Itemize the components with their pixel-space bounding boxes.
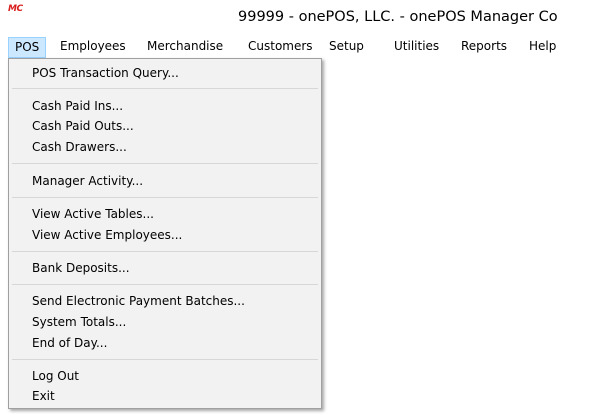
menu-item-cash-drawers[interactable]: Cash Drawers... xyxy=(32,137,127,157)
menu-employees[interactable]: Employees xyxy=(54,37,132,58)
menu-separator xyxy=(12,251,318,252)
menu-item-pos-transaction-query[interactable]: POS Transaction Query... xyxy=(32,63,179,83)
window-title: 99999 - onePOS, LLC. - onePOS Manager Co xyxy=(238,9,558,25)
menu-bar: POS Employees Merchandise Customers Setu… xyxy=(0,37,592,58)
menu-customers[interactable]: Customers xyxy=(242,37,319,58)
title-bar: MC 99999 - onePOS, LLC. - onePOS Manager… xyxy=(0,0,592,37)
menu-separator xyxy=(12,197,318,198)
menu-merchandise[interactable]: Merchandise xyxy=(141,37,229,58)
menu-item-bank-deposits[interactable]: Bank Deposits... xyxy=(32,258,130,278)
menu-separator xyxy=(12,284,318,285)
menu-separator xyxy=(12,163,318,164)
menu-item-cash-paid-ins[interactable]: Cash Paid Ins... xyxy=(32,96,123,116)
menu-pos[interactable]: POS xyxy=(8,37,47,58)
menu-item-end-of-day[interactable]: End of Day... xyxy=(32,333,107,353)
menu-item-send-electronic-payment-batches[interactable]: Send Electronic Payment Batches... xyxy=(32,291,245,311)
menu-item-view-active-tables[interactable]: View Active Tables... xyxy=(32,204,154,224)
menu-item-cash-paid-outs[interactable]: Cash Paid Outs... xyxy=(32,116,134,136)
menu-item-view-active-employees[interactable]: View Active Employees... xyxy=(32,225,182,245)
app-icon[interactable]: MC xyxy=(8,4,23,14)
menu-item-manager-activity[interactable]: Manager Activity... xyxy=(32,171,143,191)
menu-item-exit[interactable]: Exit xyxy=(32,386,55,406)
menu-separator xyxy=(12,88,318,89)
menu-separator xyxy=(12,359,318,360)
menu-help[interactable]: Help xyxy=(523,37,562,58)
menu-reports[interactable]: Reports xyxy=(455,37,513,58)
menu-item-system-totals[interactable]: System Totals... xyxy=(32,312,126,332)
menu-utilities[interactable]: Utilities xyxy=(388,37,445,58)
menu-setup[interactable]: Setup xyxy=(323,37,370,58)
menu-item-log-out[interactable]: Log Out xyxy=(32,366,79,386)
pos-menu-dropdown: POS Transaction Query... Cash Paid Ins..… xyxy=(8,58,322,409)
